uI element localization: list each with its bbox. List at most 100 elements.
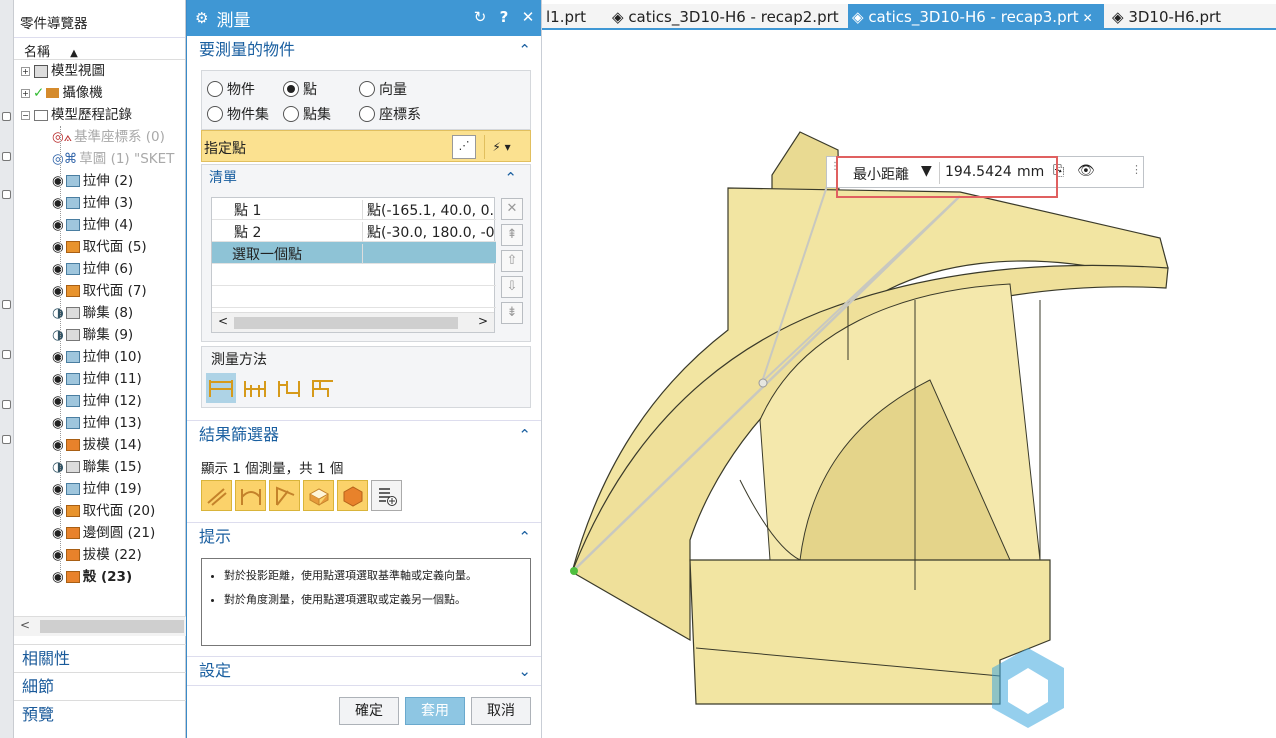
feature-tree: + 模型視圖 + ✓ 攝像機 − 模型歷程記錄 ◎⟑ 基準座標系 (0) ◎⌘ 草圖 (1) "SK… — [14, 60, 185, 588]
section-dependencies[interactable]: 相關性 — [14, 644, 186, 672]
reset-icon[interactable]: ↻ — [471, 8, 489, 26]
radio-vector[interactable]: 向量 — [359, 79, 407, 99]
group-filter-header[interactable]: 結果篩選器 ⌃ — [187, 420, 541, 448]
list-cell-name: 選取一個點 — [232, 247, 302, 263]
radio-object[interactable]: 物件 — [207, 79, 255, 99]
strip-icon[interactable] — [2, 435, 11, 444]
tree-item-camera[interactable]: + ✓ 攝像機 — [14, 82, 185, 104]
tree-item-unite[interactable]: ◑ 聯集 (8) — [14, 302, 185, 324]
scroll-left-icon[interactable]: < — [20, 618, 30, 632]
tab-close-icon[interactable]: ✕ — [1083, 11, 1093, 25]
tree-item-replace[interactable]: ◉ 取代面 (7) — [14, 280, 185, 302]
filter-angle-icon[interactable] — [235, 480, 266, 511]
csys-icon: ◎⟑ — [52, 129, 72, 145]
ok-button[interactable]: 確定 — [339, 697, 399, 725]
draft-icon: ◉ — [52, 437, 83, 453]
tree-item-folder[interactable]: − 模型歷程記錄 — [14, 104, 185, 126]
strip-icon[interactable] — [2, 152, 11, 161]
tree-item-extrude[interactable]: ◉ 拉伸 (2) — [14, 170, 185, 192]
strip-icon[interactable] — [2, 190, 11, 199]
tree-item-unite[interactable]: ◑ 聯集 (9) — [14, 324, 185, 346]
tree-item-label: 拉伸 (4) — [82, 217, 134, 233]
list-hscrollbar[interactable]: < > — [212, 312, 494, 332]
list-header[interactable]: 清單 ⌃ — [197, 164, 527, 192]
close-icon[interactable]: ✕ — [519, 8, 537, 26]
group-hint-header[interactable]: 提示 ⌃ — [187, 522, 541, 550]
filter-settings-icon[interactable] — [371, 480, 402, 511]
tree-item-blend[interactable]: ◉ 邊倒圓 (21) — [14, 522, 185, 544]
radio-csys[interactable]: 座標系 — [359, 104, 421, 124]
group-objects-title: 要測量的物件 — [199, 40, 296, 59]
tree-item-replace[interactable]: ◉ 取代面 (5) — [14, 236, 185, 258]
tab-doc-1[interactable]: l1.prt — [542, 4, 604, 30]
move-up-icon[interactable]: ⇧ — [501, 250, 523, 272]
tree-item-view[interactable]: + 模型視圖 — [14, 60, 185, 82]
list-row[interactable]: 點 1 點(-165.1, 40.0, 0.0 — [212, 198, 496, 220]
scroll-left-icon[interactable]: < — [218, 314, 228, 328]
part-model — [570, 131, 1169, 728]
method-length-icon[interactable] — [308, 373, 338, 403]
strip-icon[interactable] — [2, 400, 11, 409]
tab-doc-3[interactable]: ◈ catics_3D10-H6 - recap3.prt ✕ — [848, 4, 1104, 30]
horizontal-scrollbar[interactable]: < — [14, 616, 186, 636]
tree-item-draft[interactable]: ◉ 拔模 (22) — [14, 544, 185, 566]
move-down-icon[interactable]: ⇩ — [501, 276, 523, 298]
column-header-name[interactable]: 名稱 ▲ — [14, 38, 185, 60]
group-objects-header[interactable]: 要測量的物件 ⌃ — [187, 36, 541, 64]
list-row-selected[interactable]: 選取一個點 — [212, 242, 496, 264]
tree-item-extrude[interactable]: ◉ 拉伸 (12) — [14, 390, 185, 412]
tree-item-sketch[interactable]: ◎⌘ 草圖 (1) "SKET — [14, 148, 185, 170]
apply-button[interactable]: 套用 — [405, 697, 465, 725]
point-dialog-button[interactable]: ⋰ — [452, 135, 476, 159]
graphics-viewport[interactable]: ⋮ 最小距離 ▼ 194.5424 mm ⎘ 👁 ⋮ — [542, 32, 1276, 738]
radio-point-set[interactable]: 點集 — [283, 104, 331, 124]
strip-icon[interactable] — [2, 300, 11, 309]
move-top-icon[interactable]: ⇞ — [501, 224, 523, 246]
expand-toggle-icon[interactable]: + — [21, 88, 30, 98]
filter-volume-icon[interactable] — [337, 480, 368, 511]
section-details[interactable]: 細節 — [14, 672, 186, 700]
tree-item-extrude[interactable]: ◉ 拉伸 (13) — [14, 412, 185, 434]
tree-item-unite[interactable]: ◑ 聯集 (15) — [14, 456, 185, 478]
radio-point[interactable]: 點 — [283, 79, 317, 99]
tab-label: 3D10-H6.prt — [1128, 8, 1222, 26]
strip-icon[interactable] — [2, 350, 11, 359]
tree-item-replace[interactable]: ◉ 取代面 (20) — [14, 500, 185, 522]
scroll-thumb[interactable] — [40, 620, 184, 633]
tree-item-draft[interactable]: ◉ 拔模 (14) — [14, 434, 185, 456]
tree-item-extrude[interactable]: ◉ 拉伸 (10) — [14, 346, 185, 368]
tab-doc-2[interactable]: ◈ catics_3D10-H6 - recap2.prt — [608, 4, 839, 30]
tree-item-extrude[interactable]: ◉ 拉伸 (6) — [14, 258, 185, 280]
snap-point-dropdown[interactable]: ⚡ ▾ — [484, 135, 518, 159]
tree-item-csys[interactable]: ◎⟑ 基準座標系 (0) — [14, 126, 185, 148]
cancel-button[interactable]: 取消 — [471, 697, 531, 725]
method-distance-icon[interactable] — [206, 373, 236, 403]
expand-toggle-icon[interactable]: + — [21, 66, 30, 76]
filter-arc-icon[interactable] — [269, 480, 300, 511]
method-projected-icon[interactable] — [240, 373, 270, 403]
tree-item-extrude[interactable]: ◉ 拉伸 (4) — [14, 214, 185, 236]
tree-item-shell[interactable]: ◉ 殼 (23) — [14, 566, 185, 588]
show-hide-icon[interactable]: 👁 — [1077, 163, 1095, 179]
specify-point-row[interactable]: 指定點 ⋰ ⚡ ▾ — [201, 130, 531, 162]
collapse-toggle-icon[interactable]: − — [21, 110, 30, 120]
radio-object-set[interactable]: 物件集 — [207, 104, 269, 124]
tree-item-extrude[interactable]: ◉ 拉伸 (3) — [14, 192, 185, 214]
strip-icon[interactable] — [2, 112, 11, 121]
group-settings-header[interactable]: 設定 ⌄ — [187, 656, 541, 686]
grip-handle[interactable]: ⋮ — [1131, 163, 1142, 176]
radio-circle — [207, 106, 223, 122]
help-icon[interactable]: ? — [495, 8, 513, 26]
method-screen-icon[interactable] — [274, 373, 304, 403]
tree-item-extrude[interactable]: ◉ 拉伸 (11) — [14, 368, 185, 390]
tree-item-extrude[interactable]: ◉ 拉伸 (19) — [14, 478, 185, 500]
list-row[interactable]: 點 2 點(-30.0, 180.0, -0. — [212, 220, 496, 242]
move-bottom-icon[interactable]: ⇟ — [501, 302, 523, 324]
remove-icon[interactable]: ✕ — [501, 198, 523, 220]
filter-area-icon[interactable] — [303, 480, 334, 511]
tab-doc-4[interactable]: ◈ 3D10-H6.prt — [1108, 4, 1221, 30]
scroll-right-icon[interactable]: > — [478, 314, 488, 328]
filter-distance-icon[interactable] — [201, 480, 232, 511]
scroll-thumb[interactable] — [234, 317, 458, 329]
section-preview[interactable]: 預覽 — [14, 700, 186, 728]
